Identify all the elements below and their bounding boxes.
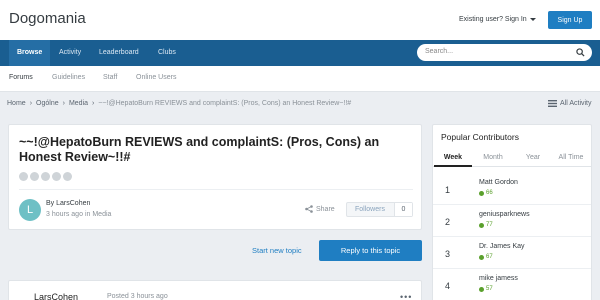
reputation-badge: 57 [479, 286, 493, 292]
divider [19, 189, 413, 190]
followers-label: Followers [355, 206, 385, 213]
star-icon[interactable] [30, 172, 39, 181]
caret-down-icon [529, 18, 536, 21]
reputation-value: 77 [486, 222, 493, 228]
search-placeholder: Search... [425, 48, 454, 55]
post-time: Posted 3 hours ago [107, 293, 168, 300]
start-new-topic-link[interactable]: Start new topic [252, 246, 302, 255]
tab-all-time[interactable]: All Time [551, 154, 591, 161]
star-icon[interactable] [19, 172, 28, 181]
by-prefix: By [46, 200, 55, 207]
reputation-value: 66 [486, 190, 493, 196]
chevron-right-icon: › [62, 100, 65, 107]
sign-up-button[interactable]: Sign Up [548, 11, 592, 29]
widget-title: Popular Contributors [441, 132, 519, 142]
contributor-row: 4 mike jamess 57 [433, 269, 591, 300]
sign-in-link[interactable]: Existing user? Sign In [459, 16, 536, 23]
star-rating[interactable] [19, 172, 72, 181]
chevron-right-icon: › [29, 100, 33, 107]
list-icon [548, 100, 557, 107]
contributor-name[interactable]: Matt Gordon [479, 179, 518, 186]
topic-meta: 3 hours ago in Media [46, 211, 111, 218]
chevron-right-icon: › [92, 100, 95, 107]
breadcrumb-home[interactable]: Home [7, 100, 26, 107]
all-activity-label: All Activity [560, 100, 592, 107]
reputation-value: 67 [486, 254, 493, 260]
more-options-icon[interactable]: ••• [400, 292, 412, 300]
nav-browse[interactable]: Browse [9, 40, 51, 66]
period-tabs: Week Month Year All Time [433, 149, 591, 167]
subnav-guidelines[interactable]: Guidelines [52, 74, 85, 81]
breadcrumb-current: ~~!@HepatoBurn REVIEWS and complaintS: (… [98, 100, 352, 107]
topic-title: ~~!@HepatoBurn REVIEWS and complaintS: (… [19, 135, 380, 164]
nav-clubs[interactable]: Clubs [158, 40, 176, 66]
contributor-row: 2 geniusparknews 77 [433, 205, 591, 237]
contributor-rank: 4 [445, 281, 451, 291]
reputation-icon [479, 222, 484, 228]
avatar[interactable]: L [19, 199, 41, 221]
reputation-badge: 67 [479, 254, 493, 260]
all-activity-link[interactable]: All Activity [548, 100, 592, 107]
site-logo[interactable]: Dogomania [9, 10, 86, 27]
topic-forum[interactable]: Media [92, 211, 111, 218]
contributor-row: 1 Matt Gordon 66 [433, 173, 591, 205]
search-input[interactable]: Search... [417, 44, 592, 61]
subnav-forums[interactable]: Forums [9, 74, 33, 81]
topic-time: 3 hours ago [46, 211, 83, 218]
sign-in-label: Existing user? Sign In [459, 16, 527, 23]
subnav-staff[interactable]: Staff [103, 74, 117, 81]
search-icon[interactable] [576, 48, 585, 57]
post-card: LarsCohen Posted 3 hours ago ••• [8, 280, 422, 300]
subnav-online-users[interactable]: Online Users [136, 74, 176, 81]
contributor-name[interactable]: geniusparknews [479, 211, 530, 218]
followers-count: 0 [394, 203, 412, 216]
reputation-icon [479, 190, 484, 196]
reputation-icon [479, 254, 484, 260]
nav-activity[interactable]: Activity [59, 40, 81, 66]
secondary-nav: Forums Guidelines Staff Online Users [0, 66, 600, 92]
reputation-badge: 77 [479, 222, 493, 228]
active-tab-indicator [434, 165, 472, 167]
contributor-rank: 3 [445, 249, 451, 259]
contributor-row: 3 Dr. James Kay 67 [433, 237, 591, 269]
popular-contributors-widget: Popular Contributors Week Month Year All… [432, 124, 592, 300]
primary-nav: Browse Activity Leaderboard Clubs Search… [0, 40, 600, 66]
breadcrumb-media[interactable]: Media [69, 100, 88, 107]
site-header: Dogomania Existing user? Sign In Sign Up [0, 0, 600, 40]
tab-week[interactable]: Week [433, 154, 473, 161]
contributor-name[interactable]: mike jamess [479, 275, 518, 282]
follow-button[interactable]: Followers 0 [346, 202, 413, 217]
star-icon[interactable] [52, 172, 61, 181]
share-label: Share [316, 205, 335, 213]
topic-header-card: ~~!@HepatoBurn REVIEWS and complaintS: (… [8, 124, 422, 230]
nav-leaderboard[interactable]: Leaderboard [99, 40, 139, 66]
star-icon[interactable] [41, 172, 50, 181]
contributor-name[interactable]: Dr. James Kay [479, 243, 525, 250]
share-button[interactable]: Share [305, 205, 335, 213]
share-icon [305, 205, 313, 213]
topic-author[interactable]: LarsCohen [56, 200, 90, 207]
reputation-badge: 66 [479, 190, 493, 196]
contributor-rank: 1 [445, 185, 451, 195]
topic-byline: By LarsCohen [46, 200, 90, 207]
contributor-rank: 2 [445, 217, 451, 227]
tab-month[interactable]: Month [473, 154, 513, 161]
reputation-value: 57 [486, 286, 493, 292]
reply-button[interactable]: Reply to this topic [319, 240, 422, 261]
post-author[interactable]: LarsCohen [34, 292, 78, 300]
breadcrumb-ogolne[interactable]: Ogólne [36, 100, 59, 107]
breadcrumb: Home › Ogólne › Media › ~~!@HepatoBurn R… [7, 100, 351, 107]
tab-year[interactable]: Year [513, 154, 553, 161]
in-text: in [84, 211, 91, 218]
reputation-icon [479, 286, 484, 292]
star-icon[interactable] [63, 172, 72, 181]
